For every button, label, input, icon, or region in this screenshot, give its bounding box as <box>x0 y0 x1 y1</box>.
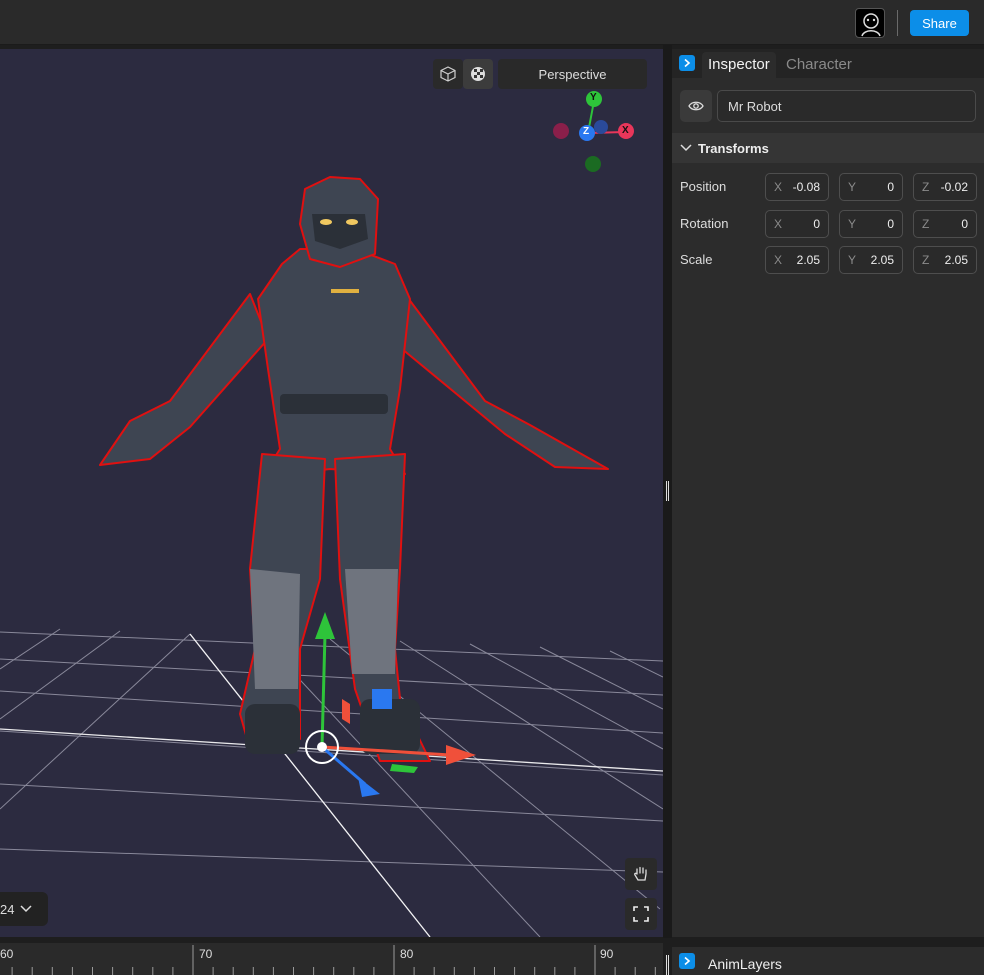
scale-z-field[interactable]: Z 2.05 <box>913 246 977 274</box>
scale-label: Scale <box>680 252 713 267</box>
3d-viewport[interactable]: Perspective Y Z X 24 <box>0 49 663 937</box>
scale-row: Scale X 2.05 Y 2.05 Z 2.05 <box>672 246 984 274</box>
panel-menu-icon[interactable] <box>679 55 695 71</box>
hand-icon[interactable] <box>625 858 657 890</box>
timeline-label-90: 90 <box>600 947 614 961</box>
scale-x-field[interactable]: X 2.05 <box>765 246 829 274</box>
cube-icon[interactable] <box>433 59 463 89</box>
position-label: Position <box>680 179 727 194</box>
animlayers-menu-icon[interactable] <box>679 953 695 969</box>
position-x-field[interactable]: X -0.08 <box>765 173 829 201</box>
rotation-row: Rotation X 0 Y 0 Z 0 <box>672 210 984 238</box>
timeline-label-60: 60 <box>0 947 14 961</box>
topbar-divider <box>897 10 898 36</box>
animlayers-title: AnimLayers <box>708 956 782 972</box>
animlayers-panel: AnimLayers <box>672 947 984 975</box>
timeline-ruler[interactable]: 60 70 80 90 <box>0 943 663 975</box>
timeline-label-70: 70 <box>199 947 213 961</box>
scale-y-field[interactable]: Y 2.05 <box>839 246 903 274</box>
tab-character[interactable]: Character <box>780 52 858 78</box>
scene-canvas[interactable] <box>0 49 663 937</box>
inspector-panel: Inspector Character Transforms Position … <box>672 49 984 937</box>
rotation-x-field[interactable]: X 0 <box>765 210 829 238</box>
camera-perspective-button[interactable]: Perspective <box>498 59 647 89</box>
eye-icon <box>688 101 704 111</box>
visibility-toggle[interactable] <box>680 90 712 122</box>
app-window: Share Perspective Y Z X 24 Inspector Cha… <box>0 0 984 975</box>
tab-inspector[interactable]: Inspector <box>702 52 776 78</box>
top-bar: Share <box>0 0 984 45</box>
share-button[interactable]: Share <box>910 10 969 36</box>
position-row: Position X -0.08 Y 0 Z -0.02 <box>672 173 984 201</box>
splitter-grip-icon[interactable] <box>666 481 669 501</box>
object-name-input[interactable] <box>717 90 976 122</box>
rotation-label: Rotation <box>680 216 729 231</box>
rotation-z-field[interactable]: Z 0 <box>913 210 977 238</box>
user-avatar-icon[interactable] <box>855 8 885 38</box>
position-y-field[interactable]: Y 0 <box>839 173 903 201</box>
fps-select[interactable]: 24 <box>0 892 48 926</box>
floor-grid <box>0 628 663 937</box>
rotation-y-field[interactable]: Y 0 <box>839 210 903 238</box>
section-title: Transforms <box>698 140 769 156</box>
chevron-down-icon <box>20 905 32 913</box>
gizmo-x-label: X <box>622 125 629 136</box>
inspector-tab-bar: Inspector Character <box>672 49 984 78</box>
fullscreen-icon[interactable] <box>625 898 657 930</box>
checker-icon[interactable] <box>463 59 493 89</box>
transforms-section-header[interactable]: Transforms <box>672 133 984 163</box>
gizmo-y-label: Y <box>590 92 597 103</box>
position-z-field[interactable]: Z -0.02 <box>913 173 977 201</box>
fps-value: 24 <box>0 901 15 917</box>
gizmo-z-label: Z <box>583 126 590 137</box>
chevron-down-icon <box>680 144 692 152</box>
timeline-label-80: 80 <box>400 947 414 961</box>
timeline-ticks <box>11 945 656 975</box>
timeline-splitter-grip-icon[interactable] <box>666 955 669 975</box>
